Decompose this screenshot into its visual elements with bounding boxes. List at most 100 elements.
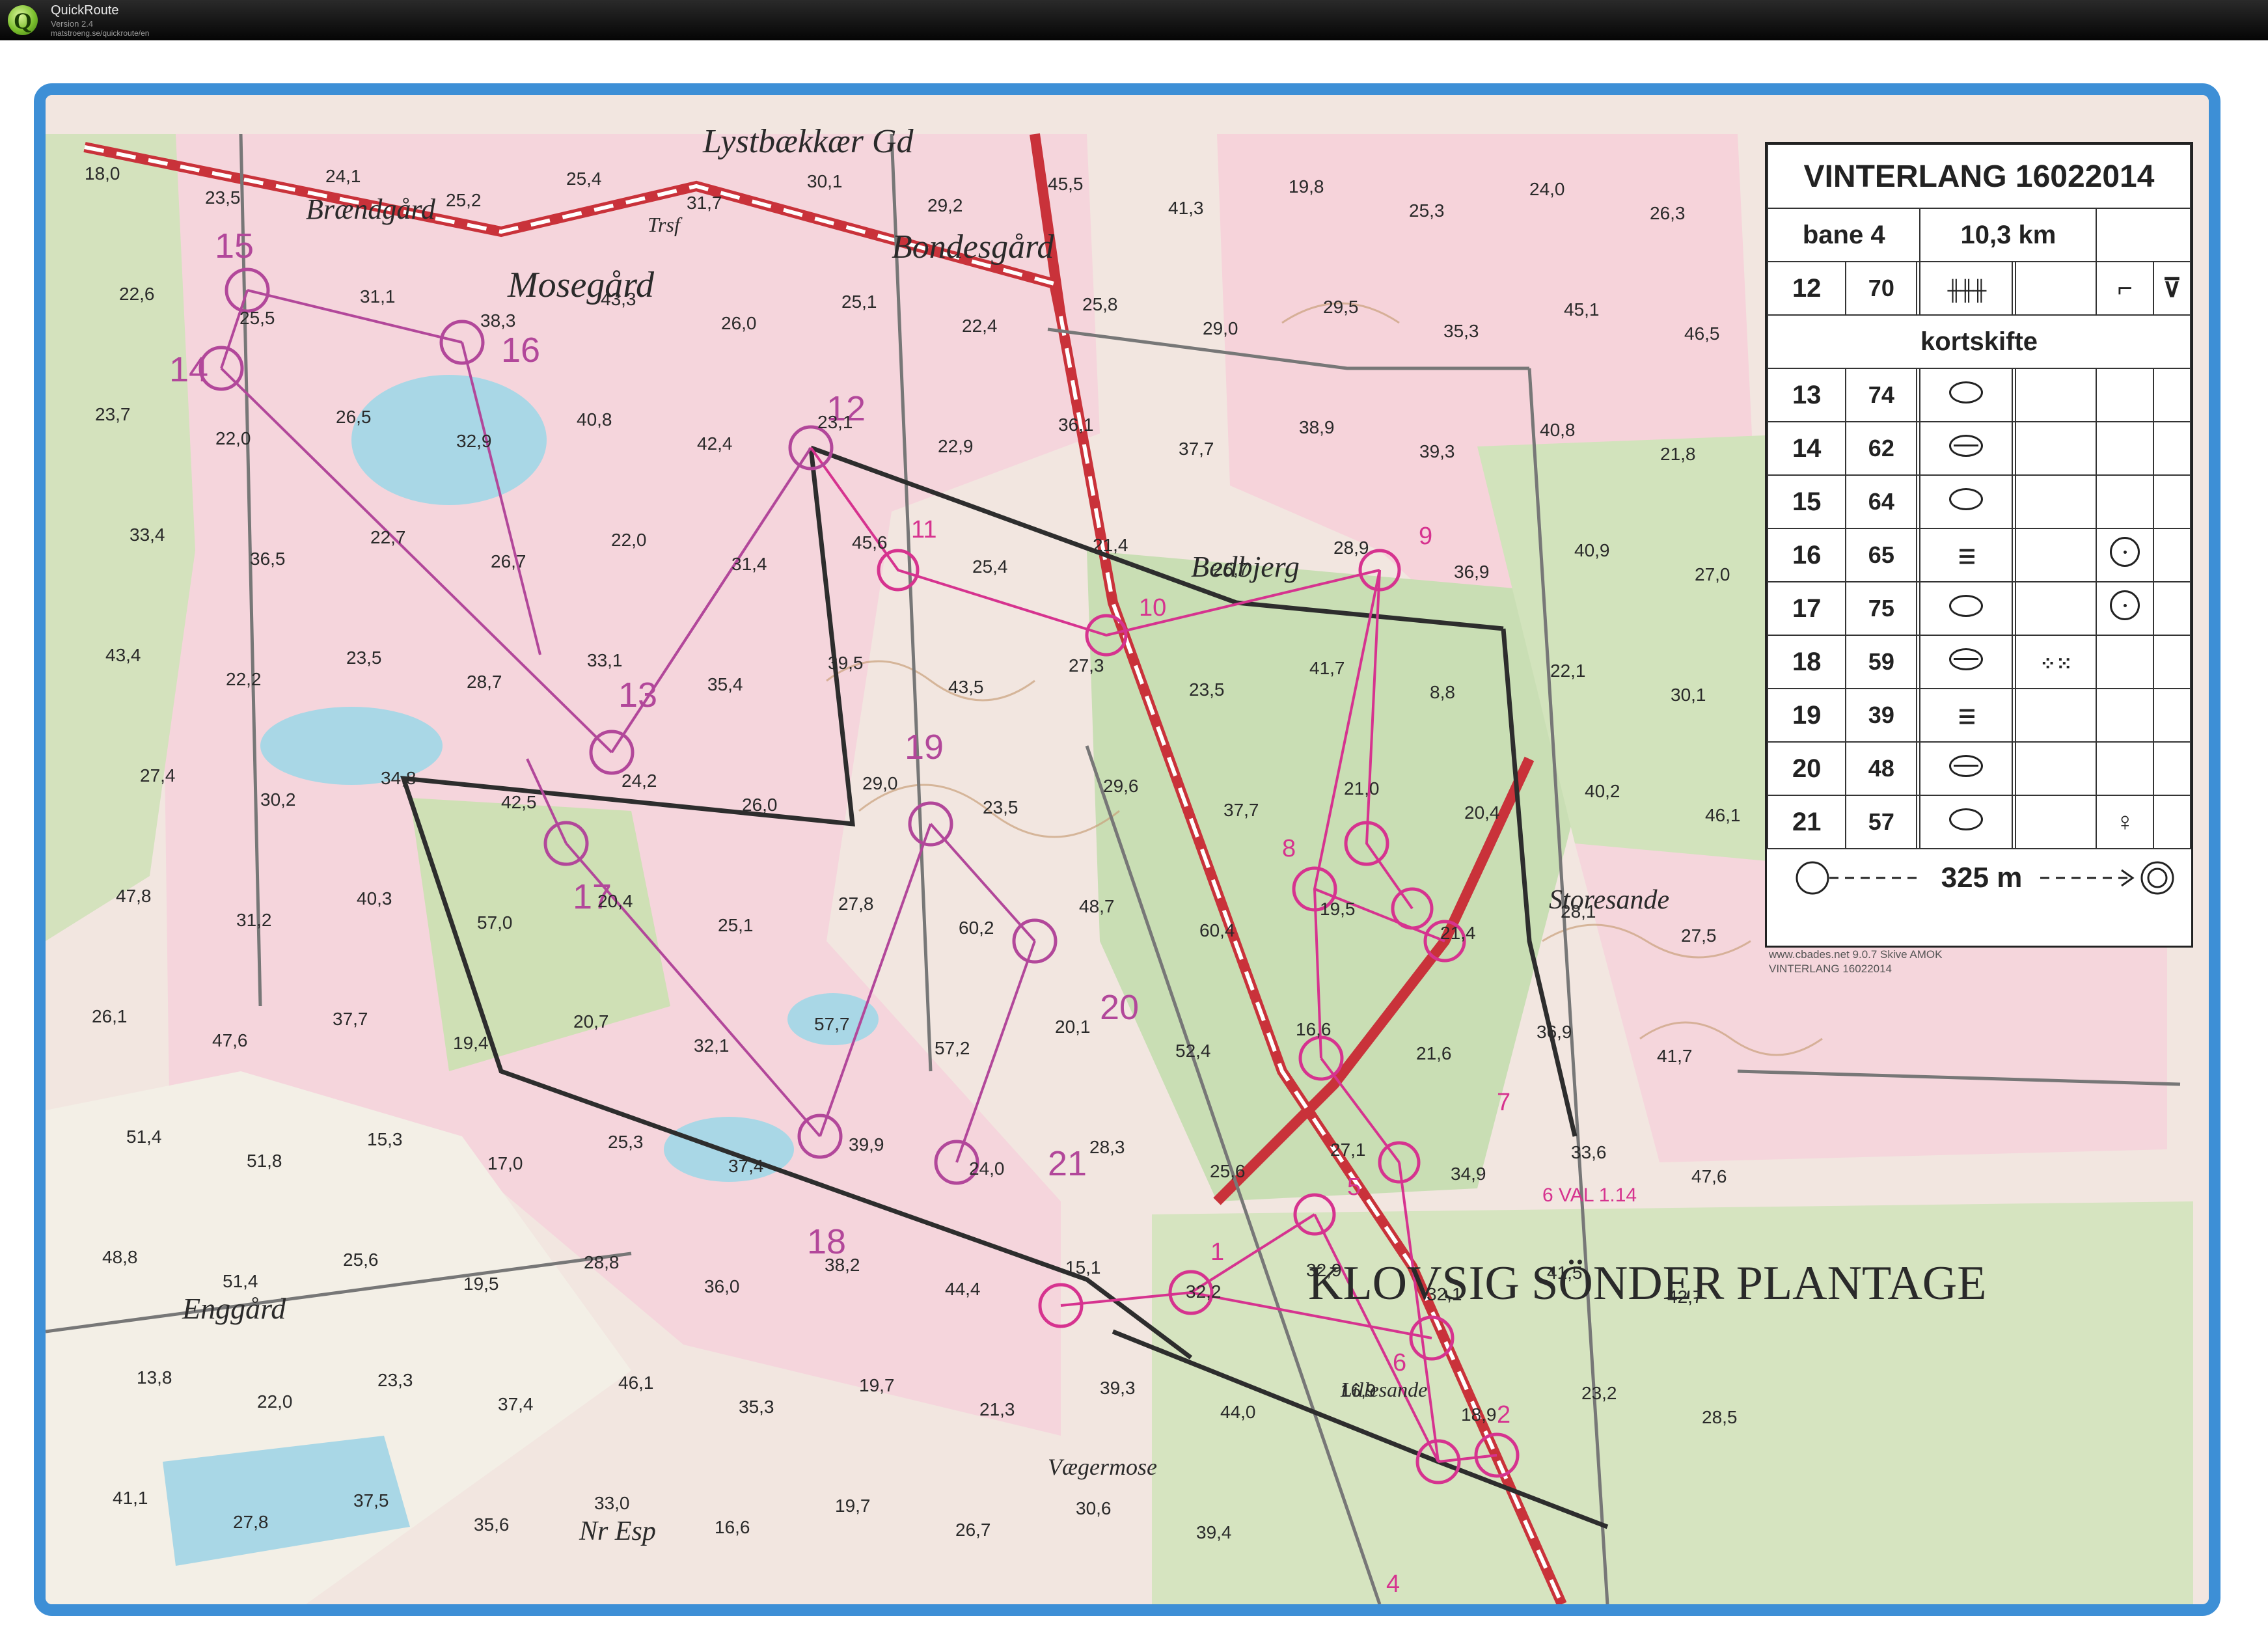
spot-height: 21,4 (1093, 535, 1128, 555)
spot-height: 19,5 (1320, 899, 1356, 919)
legend-footer: www.cbades.net 9.0.7 Skive AMOK VINTERLA… (1769, 948, 1943, 975)
spot-height: 37,4 (728, 1156, 764, 1176)
fence-icon: ╫╫╫ (1919, 261, 2014, 316)
circle-dot-icon (2096, 528, 2154, 582)
spot-height: 25,6 (1210, 1161, 1246, 1181)
spot-height: 33,1 (587, 650, 623, 670)
spot-height: 48,8 (102, 1247, 138, 1267)
spot-height: 26,7 (1213, 559, 1249, 579)
legend-control-row: 19 39 ☰ (1766, 688, 2192, 743)
legend-control-num: 17 (1766, 581, 1847, 636)
spot-height: 52,4 (1175, 1041, 1211, 1061)
spot-height: 57,0 (477, 912, 513, 933)
legend-row-code: 70 (1845, 261, 1918, 316)
spot-height: 16,9 (1341, 1380, 1376, 1401)
spot-height: 23,7 (95, 404, 131, 424)
legend-control-code: 59 (1845, 635, 1918, 689)
circle-stem-icon: ♀ (2096, 795, 2154, 849)
spot-height: 16,6 (715, 1517, 750, 1537)
spot-height: 35,3 (739, 1397, 774, 1417)
spot-height: 21,3 (979, 1399, 1015, 1419)
spot-height: 42,4 (697, 433, 733, 454)
spot-height: 45,5 (1048, 174, 1084, 194)
crossed-ellipse-icon (1919, 635, 2014, 689)
spot-height: 41,3 (1168, 198, 1204, 218)
control-description-sheet: VINTERLANG 16022014 bane 4 10,3 km 12 70… (1765, 142, 2193, 948)
svg-text:10: 10 (1139, 594, 1166, 622)
legend-control-num: 18 (1766, 635, 1847, 689)
place-braendgard: Brændgård (306, 193, 436, 225)
spot-height: 42,5 (501, 792, 537, 812)
spot-height: 24,2 (622, 771, 657, 791)
spot-height: 37,7 (1223, 800, 1259, 820)
spot-height: 23,5 (983, 797, 1018, 817)
place-vaegermose: Vægermose (1048, 1454, 1157, 1480)
spot-height: 44,0 (1220, 1402, 1256, 1422)
spot-height: 20,4 (1464, 802, 1500, 823)
spot-height: 40,3 (357, 888, 392, 909)
spot-height: 27,3 (1069, 655, 1104, 676)
legend-control-code: 62 (1845, 421, 1918, 476)
spot-height: 42,7 (1667, 1287, 1703, 1307)
spot-height: 23,5 (205, 187, 241, 208)
spot-height: 34,9 (1451, 1164, 1486, 1184)
spot-height: 30,6 (1076, 1498, 1112, 1518)
spot-height: 45,1 (1564, 299, 1600, 320)
spot-height: 28,8 (584, 1252, 620, 1272)
legend-row-num: 12 (1766, 261, 1847, 316)
spot-height: 36,5 (250, 549, 286, 569)
place-nresp: Nr Esp (579, 1516, 656, 1546)
spot-height: 47,6 (1691, 1166, 1727, 1186)
spot-height: 22,0 (611, 530, 647, 550)
spot-height: 19,4 (453, 1033, 489, 1053)
svg-text:5: 5 (1347, 1173, 1361, 1201)
spot-height: 34,8 (381, 768, 417, 788)
spot-height: 46,1 (1705, 805, 1741, 825)
spot-height: 24,0 (969, 1158, 1005, 1179)
spot-height: 40,8 (577, 409, 612, 430)
spot-height: 19,7 (835, 1496, 871, 1516)
spot-height: 26,1 (92, 1006, 128, 1026)
spot-height: 28,1 (1561, 901, 1596, 922)
spot-height: 44,4 (945, 1279, 981, 1299)
spot-height: 35,3 (1443, 321, 1479, 341)
spot-height: 41,5 (1547, 1263, 1583, 1283)
spot-height: 29,5 (1323, 297, 1359, 317)
spot-height: 36,9 (1537, 1022, 1572, 1042)
app-version: Version 2.4 (51, 19, 94, 29)
spot-height: 26,3 (1650, 203, 1686, 223)
control-description-table: VINTERLANG 16022014 bane 4 10,3 km 12 70… (1766, 144, 2192, 849)
map-frame[interactable]: Lystbækkær Gd Brændgård Trsf Bondesgård … (34, 83, 2220, 1616)
spot-height: 21,6 (1416, 1043, 1452, 1063)
spot-height: 19,8 (1289, 176, 1324, 197)
legend-control-row: 14 62 (1766, 421, 2192, 476)
control-number-16: 16 (501, 331, 540, 370)
spot-height: 26,7 (955, 1520, 991, 1540)
title-bar: Q QuickRoute Version 2.4 matstroeng.se/q… (0, 0, 2268, 40)
spot-height: 22,9 (938, 436, 974, 456)
spot-height: 22,1 (1550, 661, 1586, 681)
svg-text:8: 8 (1282, 835, 1296, 862)
spot-height: 29,0 (1203, 318, 1238, 338)
ellipse-icon (1919, 368, 2014, 422)
place-trsf: Trsf (648, 213, 683, 236)
spot-height: 33,0 (594, 1493, 630, 1513)
app-url: matstroeng.se/quickroute/en (51, 29, 150, 38)
corner-icon: ⌐ (2096, 261, 2154, 316)
spot-height: 36,1 (1058, 415, 1094, 435)
svg-text:2: 2 (1497, 1401, 1510, 1429)
legend-control-num: 13 (1766, 368, 1847, 422)
ellipse-icon (1919, 474, 2014, 529)
legend-control-row: 18 59 ⁘⁙ (1766, 635, 2192, 689)
legend-control-code: 57 (1845, 795, 1918, 849)
spot-height: 29,0 (862, 773, 898, 793)
spot-height: 26,0 (742, 795, 778, 815)
spot-height: 25,5 (239, 308, 275, 328)
spot-height: 47,6 (212, 1030, 248, 1050)
place-klovsig: KLOVSIG SÖNDER PLANTAGE (1308, 1257, 1986, 1310)
control-number-21: 21 (1048, 1144, 1087, 1183)
spot-height: 26,0 (721, 313, 757, 333)
spot-height: 27,8 (838, 894, 874, 914)
spot-height: 8,8 (1430, 682, 1455, 702)
place-enggard: Enggård (182, 1292, 286, 1325)
